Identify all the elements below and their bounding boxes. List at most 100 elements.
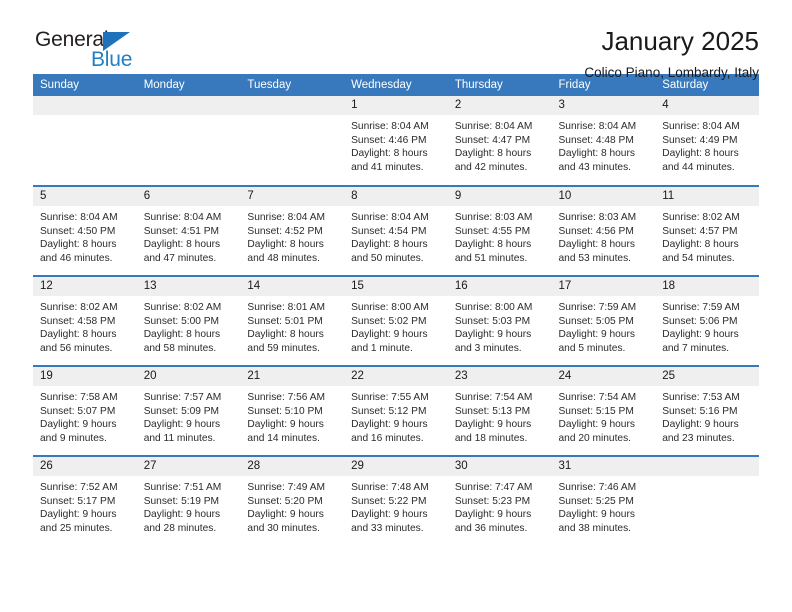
calendar-day-cell-inner: 6 Sunrise: 8:04 AM Sunset: 4:51 PM Daylight…: [136, 187, 241, 275]
calendar-day-cell-inner: 17 Sunrise: 7:59 AM Sunset: 5:05 PM Dayligh…: [551, 277, 656, 365]
day-number: 2: [447, 96, 552, 115]
day-number: 30: [447, 457, 552, 476]
day-detail-line: and 47 minutes.: [143, 252, 217, 264]
day-details: Sunrise: 8:00 AM Sunset: 5:02 PM Daylight:…: [344, 296, 448, 355]
page-header: General Blue January 2025 Colico Piano, …: [33, 0, 759, 80]
day-detail-line: Daylight: 9 hours: [454, 329, 532, 341]
day-detail-line: Sunrise: 8:04 AM: [40, 212, 118, 223]
day-detail-line: Daylight: 9 hours: [558, 509, 635, 521]
calendar-day-cell[interactable]: 13 Sunrise: 8:02 AM Sunset: 5:00 PM Dayligh…: [136, 275, 241, 366]
calendar-day-cell[interactable]: 21 Sunrise: 7:56 AM Sunset: 5:10 PM Dayligh…: [240, 365, 345, 456]
day-detail-line: Daylight: 9 hours: [351, 419, 428, 431]
calendar-day-cell-inner: 29 Sunrise: 7:48 AM Sunset: 5:22 PM Dayligh…: [344, 457, 448, 546]
day-detail-line: Sunset: 5:22 PM: [351, 495, 427, 507]
day-detail-line: Sunset: 5:01 PM: [247, 315, 323, 327]
day-detail-line: and 41 minutes.: [351, 161, 424, 173]
day-detail-line: and 53 minutes.: [558, 252, 632, 264]
day-details: Sunrise: 7:46 AM Sunset: 5:25 PM Daylight:…: [552, 476, 656, 535]
calendar-day-cell[interactable]: 3 Sunrise: 8:04 AM Sunset: 4:48 PM Daylight…: [551, 96, 656, 186]
calendar-day-cell[interactable]: 1 Sunrise: 8:04 AM Sunset: 4:46 PM Daylight…: [344, 96, 448, 186]
calendar-day-cell[interactable]: 12 Sunrise: 8:02 AM Sunset: 4:58 PM Dayligh…: [33, 275, 137, 366]
calendar-day-cell[interactable]: 30 Sunrise: 7:47 AM Sunset: 5:23 PM Dayligh…: [447, 455, 552, 546]
calendar-day-cell[interactable]: 8 Sunrise: 8:04 AM Sunset: 4:54 PM Daylight…: [344, 185, 448, 276]
day-detail-line: Sunrise: 8:04 AM: [454, 121, 533, 132]
calendar-day-cell[interactable]: 5 Sunrise: 8:04 AM Sunset: 4:50 PM Daylight…: [33, 185, 137, 276]
calendar-day-cell[interactable]: 24 Sunrise: 7:54 AM Sunset: 5:15 PM Dayligh…: [551, 365, 656, 456]
calendar-day-cell[interactable]: 11 Sunrise: 8:02 AM Sunset: 4:57 PM Dayligh…: [655, 185, 759, 276]
day-detail-line: Sunrise: 7:48 AM: [351, 482, 429, 493]
calendar-day-cell-inner: 11 Sunrise: 8:02 AM Sunset: 4:57 PM Dayligh…: [655, 187, 759, 275]
day-detail-line: Daylight: 8 hours: [351, 148, 428, 160]
day-detail-line: Sunset: 4:54 PM: [351, 225, 427, 237]
day-number: [655, 457, 759, 476]
calendar-day-cell[interactable]: 4 Sunrise: 8:04 AM Sunset: 4:49 PM Daylight…: [655, 96, 759, 186]
day-detail-line: Sunset: 5:03 PM: [454, 315, 531, 327]
day-detail-line: Sunset: 4:50 PM: [40, 225, 116, 237]
calendar-day-cell-inner: 14 Sunrise: 8:01 AM Sunset: 5:01 PM Dayligh…: [240, 277, 345, 365]
day-detail-line: Sunrise: 7:56 AM: [247, 392, 325, 403]
day-detail-line: Sunset: 5:05 PM: [558, 315, 634, 327]
calendar-day-cell[interactable]: 15 Sunrise: 8:00 AM Sunset: 5:02 PM Dayligh…: [344, 275, 448, 366]
day-detail-line: and 50 minutes.: [351, 252, 424, 264]
calendar-day-cell[interactable]: 31 Sunrise: 7:46 AM Sunset: 5:25 PM Dayligh…: [551, 455, 656, 546]
calendar-day-cell[interactable]: 18 Sunrise: 7:59 AM Sunset: 5:06 PM Dayligh…: [655, 275, 759, 366]
day-details: Sunrise: 8:04 AM Sunset: 4:46 PM Daylight:…: [344, 115, 448, 174]
day-detail-line: Sunset: 4:55 PM: [454, 225, 531, 237]
day-detail-line: and 51 minutes.: [454, 252, 528, 264]
day-number: 19: [33, 367, 137, 386]
calendar-day-cell[interactable]: 28 Sunrise: 7:49 AM Sunset: 5:20 PM Dayligh…: [240, 455, 345, 546]
calendar-week-row: 19 Sunrise: 7:58 AM Sunset: 5:07 PM Dayligh…: [33, 365, 759, 456]
calendar-day-cell[interactable]: 17 Sunrise: 7:59 AM Sunset: 5:05 PM Dayligh…: [551, 275, 656, 366]
day-detail-line: Sunrise: 7:49 AM: [247, 482, 325, 493]
day-number: 1: [344, 96, 448, 115]
calendar-day-cell[interactable]: 25 Sunrise: 7:53 AM Sunset: 5:16 PM Dayligh…: [655, 365, 759, 456]
day-details: Sunrise: 7:59 AM Sunset: 5:05 PM Daylight:…: [552, 296, 656, 355]
day-detail-line: Daylight: 8 hours: [662, 148, 739, 160]
day-detail-line: Daylight: 9 hours: [40, 419, 117, 431]
calendar-day-cell[interactable]: 16 Sunrise: 8:00 AM Sunset: 5:03 PM Dayligh…: [447, 275, 552, 366]
calendar-day-cell[interactable]: 22 Sunrise: 7:55 AM Sunset: 5:12 PM Dayligh…: [344, 365, 448, 456]
day-detail-line: Sunrise: 8:00 AM: [454, 302, 533, 313]
calendar-week-row: 5 Sunrise: 8:04 AM Sunset: 4:50 PM Daylight…: [33, 185, 759, 276]
calendar-day-cell[interactable]: 20 Sunrise: 7:57 AM Sunset: 5:09 PM Dayligh…: [136, 365, 241, 456]
calendar-day-cell[interactable]: 7 Sunrise: 8:04 AM Sunset: 4:52 PM Daylight…: [240, 185, 345, 276]
day-detail-line: Sunrise: 7:46 AM: [558, 482, 637, 493]
title-block: January 2025 Colico Piano, Lombardy, Ita…: [584, 27, 759, 80]
day-details: Sunrise: 8:03 AM Sunset: 4:55 PM Daylight:…: [448, 206, 552, 265]
calendar-day-cell[interactable]: 29 Sunrise: 7:48 AM Sunset: 5:22 PM Dayligh…: [344, 455, 448, 546]
calendar-day-cell[interactable]: 14 Sunrise: 8:01 AM Sunset: 5:01 PM Dayligh…: [240, 275, 345, 366]
day-detail-line: Daylight: 9 hours: [558, 419, 635, 431]
day-number: 22: [344, 367, 448, 386]
calendar-day-cell-inner: 16 Sunrise: 8:00 AM Sunset: 5:03 PM Dayligh…: [447, 277, 552, 365]
day-detail-line: and 33 minutes.: [351, 522, 424, 534]
weekday-header-wednesday: Wednesday: [344, 74, 448, 96]
day-detail-line: Daylight: 9 hours: [40, 509, 117, 521]
calendar-day-cell-inner: 7 Sunrise: 8:04 AM Sunset: 4:52 PM Daylight…: [240, 187, 345, 275]
calendar-day-cell[interactable]: 23 Sunrise: 7:54 AM Sunset: 5:13 PM Dayligh…: [447, 365, 552, 456]
calendar-day-cell[interactable]: 9 Sunrise: 8:03 AM Sunset: 4:55 PM Daylight…: [447, 185, 552, 276]
day-number: 25: [655, 367, 759, 386]
calendar-day-cell[interactable]: 19 Sunrise: 7:58 AM Sunset: 5:07 PM Dayligh…: [33, 365, 137, 456]
day-detail-line: Sunrise: 7:47 AM: [454, 482, 533, 493]
day-detail-line: Sunset: 5:23 PM: [454, 495, 531, 507]
day-detail-line: Sunset: 5:09 PM: [143, 405, 220, 417]
day-detail-line: Sunset: 5:17 PM: [40, 495, 116, 507]
day-number: 20: [136, 367, 241, 386]
calendar-day-cell[interactable]: 10 Sunrise: 8:03 AM Sunset: 4:56 PM Dayligh…: [551, 185, 656, 276]
calendar-day-cell-empty: [136, 96, 241, 186]
day-detail-line: and 23 minutes.: [662, 432, 735, 444]
day-number: 9: [447, 187, 552, 206]
day-number: 13: [136, 277, 241, 296]
calendar-day-cell-empty: [240, 96, 345, 186]
calendar-week-row: 26 Sunrise: 7:52 AM Sunset: 5:17 PM Dayligh…: [33, 455, 759, 546]
calendar-day-cell-inner: 24 Sunrise: 7:54 AM Sunset: 5:15 PM Dayligh…: [551, 367, 656, 455]
day-details: [33, 115, 137, 120]
calendar-day-cell[interactable]: 26 Sunrise: 7:52 AM Sunset: 5:17 PM Dayligh…: [33, 455, 137, 546]
day-detail-line: Sunrise: 8:04 AM: [143, 212, 222, 223]
day-number: 28: [240, 457, 345, 476]
calendar-day-cell[interactable]: 6 Sunrise: 8:04 AM Sunset: 4:51 PM Daylight…: [136, 185, 241, 276]
calendar-day-cell[interactable]: 2 Sunrise: 8:04 AM Sunset: 4:47 PM Daylight…: [447, 96, 552, 186]
calendar-day-cell[interactable]: 27 Sunrise: 7:51 AM Sunset: 5:19 PM Dayligh…: [136, 455, 241, 546]
day-details: Sunrise: 8:03 AM Sunset: 4:56 PM Daylight:…: [552, 206, 656, 265]
day-detail-line: and 9 minutes.: [40, 432, 107, 444]
